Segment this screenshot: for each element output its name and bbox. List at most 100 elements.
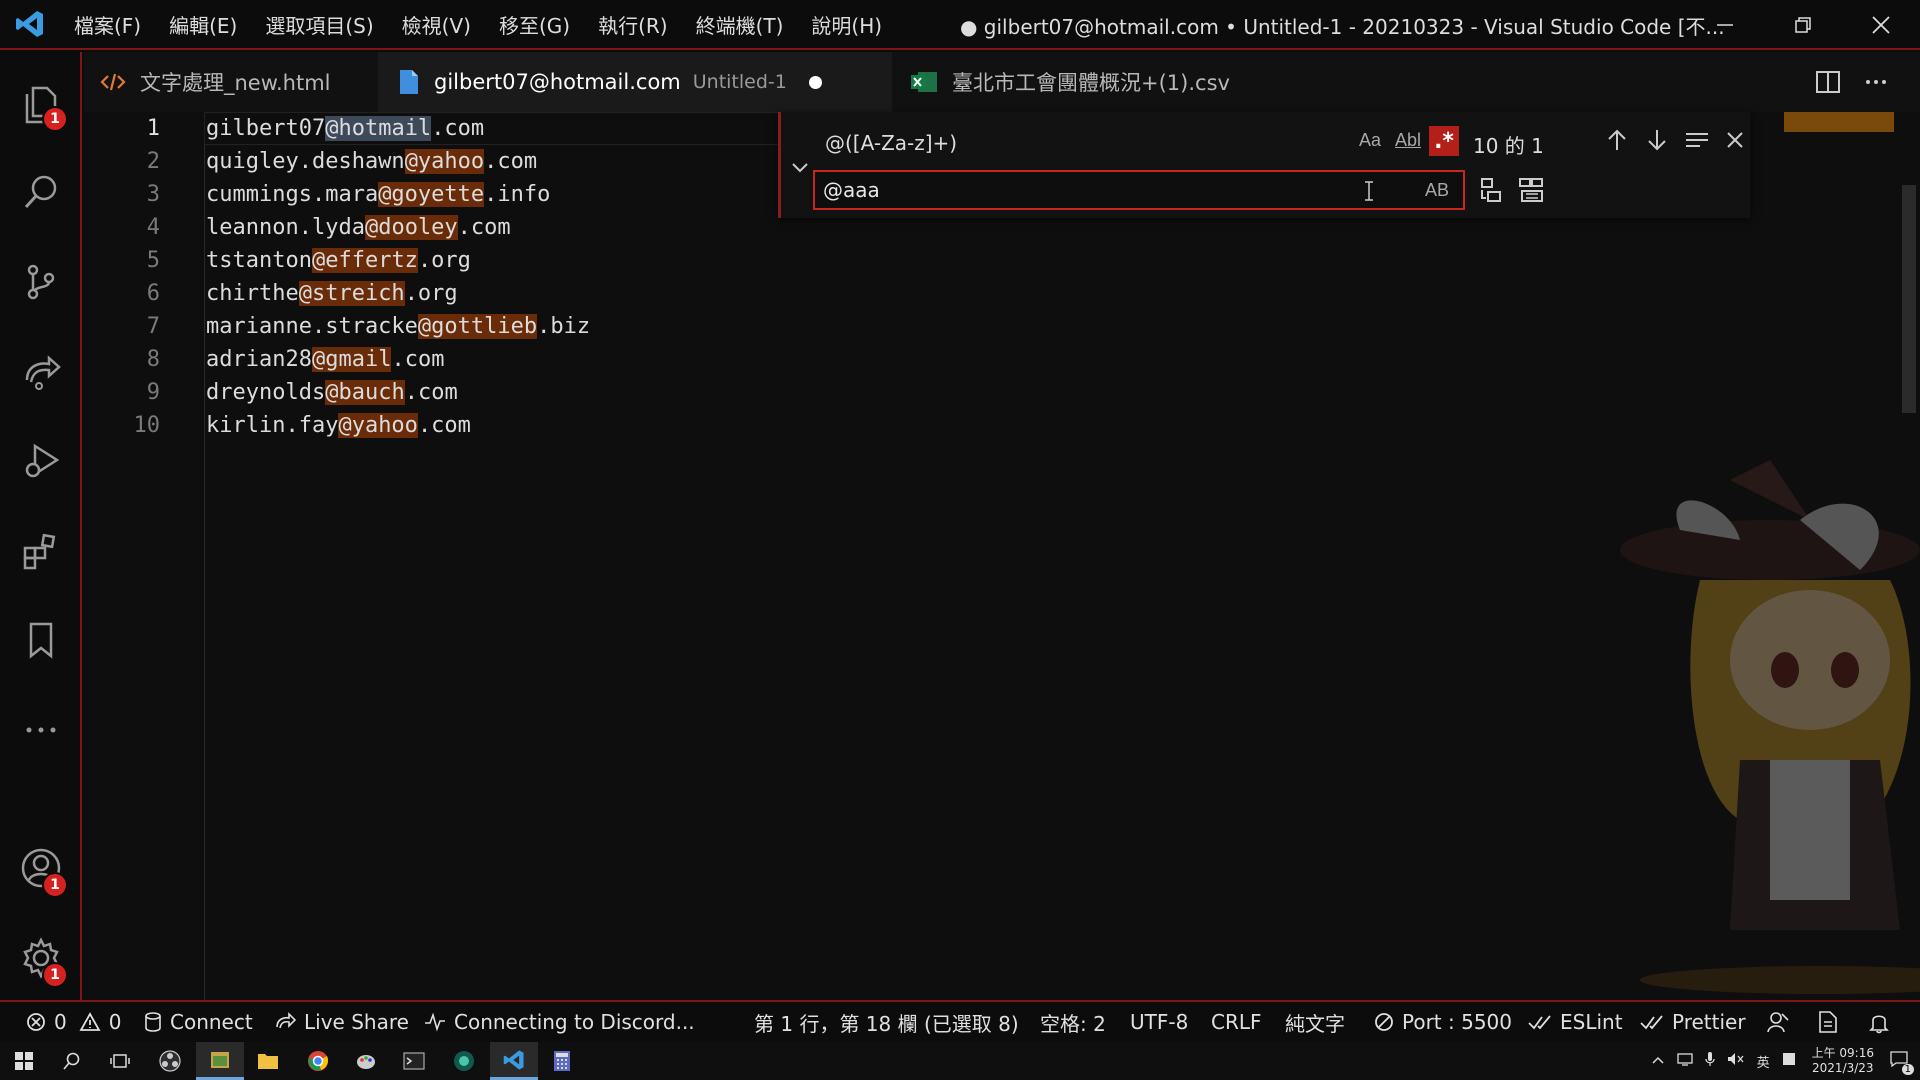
close-find-button[interactable] xyxy=(1719,124,1751,156)
extensions-button[interactable] xyxy=(0,508,82,592)
menu-selection[interactable]: 選取項目(S) xyxy=(251,0,387,49)
split-editor-button[interactable] xyxy=(1804,52,1852,112)
next-match-button[interactable] xyxy=(1641,124,1673,156)
source-control-button[interactable] xyxy=(0,240,82,324)
menu-help[interactable]: 說明(H) xyxy=(797,0,896,49)
vertical-scrollbar[interactable] xyxy=(1902,185,1916,413)
more-views-button[interactable] xyxy=(0,688,82,772)
match-case-button[interactable]: Aa xyxy=(1359,130,1381,151)
start-button[interactable] xyxy=(0,1042,48,1080)
toggle-replace-button[interactable] xyxy=(789,156,811,178)
microphone-icon[interactable] xyxy=(1704,1051,1715,1071)
code-line[interactable]: gilbert07@hotmail.com xyxy=(206,112,590,145)
accounts-status-button[interactable] xyxy=(1766,1002,1798,1042)
end-of-line[interactable]: CRLF xyxy=(1211,1002,1262,1042)
code-line[interactable]: dreynolds@bauch.com xyxy=(206,376,590,409)
port-label: Port : 5500 xyxy=(1402,1010,1512,1034)
previous-match-button[interactable] xyxy=(1601,124,1633,156)
menu-view[interactable]: 檢視(V) xyxy=(388,0,485,49)
code-line[interactable]: quigley.deshawn@yahoo.com xyxy=(206,145,590,178)
taskbar-app-vscode[interactable] xyxy=(490,1042,538,1080)
use-regex-button[interactable]: .* xyxy=(1429,126,1459,156)
search-view-button[interactable] xyxy=(0,150,82,234)
taskbar-app-obs[interactable] xyxy=(146,1042,194,1080)
taskbar-clock[interactable]: 上午 09:16 2021/3/23 xyxy=(1812,1046,1874,1076)
code-line[interactable]: kirlin.fay@yahoo.com xyxy=(206,409,590,442)
action-center-button[interactable]: 1 xyxy=(1890,1051,1914,1075)
menu-edit[interactable]: 編輯(E) xyxy=(155,0,251,49)
chrome-icon xyxy=(308,1051,329,1071)
network-icon[interactable] xyxy=(1676,1052,1693,1070)
page-icon-button[interactable] xyxy=(1816,1002,1848,1042)
problems-indicator[interactable]: 0 0 xyxy=(26,1002,121,1042)
code-line[interactable]: leannon.lyda@dooley.com xyxy=(206,211,590,244)
accounts-button[interactable]: 1 xyxy=(0,826,82,910)
find-in-selection-button[interactable] xyxy=(1681,124,1713,156)
chevron-up-icon[interactable] xyxy=(1651,1054,1665,1069)
taskbar-app-green[interactable] xyxy=(440,1042,488,1080)
text-before-match: cummings.mara xyxy=(206,182,379,207)
eslint-button[interactable]: ESLint xyxy=(1528,1002,1623,1042)
task-view-button[interactable] xyxy=(96,1042,144,1080)
connect-button[interactable]: Connect xyxy=(144,1002,253,1042)
notification-square-icon[interactable] xyxy=(1782,1052,1796,1070)
text-before-match: kirlin.fay xyxy=(206,413,339,438)
input-method-indicator[interactable]: 英 xyxy=(1757,1052,1770,1071)
taskbar-app-paint[interactable] xyxy=(342,1042,390,1080)
taskbar-app-explorer-window[interactable] xyxy=(196,1042,244,1080)
whole-word-button[interactable]: Abl xyxy=(1395,130,1421,151)
replace-input[interactable]: @aaa AB xyxy=(813,170,1465,210)
tab-csv-file[interactable]: 臺北市工會團體概況+(1).csv xyxy=(894,52,1274,112)
text-before-match: adrian28 xyxy=(206,347,312,372)
encoding[interactable]: UTF-8 xyxy=(1130,1002,1188,1042)
discord-status[interactable]: Connecting to Discord... xyxy=(424,1002,695,1042)
live-share-button[interactable] xyxy=(0,330,82,414)
preserve-case-button[interactable]: AB xyxy=(1425,180,1449,201)
indentation[interactable]: 空格: 2 xyxy=(1040,1002,1106,1042)
language-mode[interactable]: 純文字 xyxy=(1285,1002,1345,1042)
code-line[interactable]: adrian28@gmail.com xyxy=(206,343,590,376)
code-lines[interactable]: gilbert07@hotmail.com quigley.deshawn@ya… xyxy=(206,112,590,442)
code-line[interactable]: marianne.stracke@gottlieb.biz xyxy=(206,310,590,343)
restore-button[interactable] xyxy=(1764,0,1842,50)
document-icon xyxy=(1819,1011,1837,1033)
explorer-button[interactable]: 1 xyxy=(0,62,82,146)
search-match: @bauch xyxy=(325,380,405,405)
tab-html-file[interactable]: 文字處理_new.html xyxy=(84,52,376,112)
tab-untitled-1[interactable]: gilbert07@hotmail.com Untitled-1 xyxy=(378,52,892,112)
minimap-highlight[interactable] xyxy=(1784,112,1894,132)
cursor-position[interactable]: 第 1 行，第 18 欄 (已選取 8) xyxy=(754,1002,1019,1042)
menu-terminal[interactable]: 終端機(T) xyxy=(682,0,798,49)
run-debug-button[interactable] xyxy=(0,418,82,502)
editor-tabs: 文字處理_new.html gilbert07@hotmail.com Unti… xyxy=(84,52,1920,112)
code-line[interactable]: cummings.mara@goyette.info xyxy=(206,178,590,211)
taskbar-search-button[interactable] xyxy=(48,1042,96,1080)
replace-button[interactable] xyxy=(1475,174,1507,206)
minimize-button[interactable] xyxy=(1686,0,1764,50)
replace-all-button[interactable] xyxy=(1515,174,1547,206)
code-line[interactable]: chirthe@streich.org xyxy=(206,277,590,310)
live-share-status-button[interactable]: Live Share xyxy=(274,1002,409,1042)
menu-go[interactable]: 移至(G) xyxy=(485,0,584,49)
unsaved-dot-icon[interactable] xyxy=(808,75,822,89)
taskbar-app-terminal[interactable] xyxy=(390,1042,438,1080)
taskbar-app-file-explorer[interactable] xyxy=(244,1042,292,1080)
code-line[interactable]: tstanton@effertz.org xyxy=(206,244,590,277)
windows-taskbar: 英 上午 09:16 2021/3/23 1 xyxy=(0,1042,1920,1080)
close-window-button[interactable] xyxy=(1842,0,1920,50)
explorer-badge: 1 xyxy=(42,106,68,132)
clock-date: 2021/3/23 xyxy=(1812,1061,1874,1075)
manage-button[interactable]: 1 xyxy=(0,916,82,1000)
menu-run[interactable]: 執行(R) xyxy=(584,0,682,49)
search-match: @effertz xyxy=(311,248,418,273)
volume-muted-icon[interactable] xyxy=(1727,1052,1745,1070)
taskbar-app-calculator[interactable] xyxy=(538,1042,586,1080)
prettier-button[interactable]: Prettier xyxy=(1640,1002,1746,1042)
menu-file[interactable]: 檔案(F) xyxy=(60,0,155,49)
more-actions-button[interactable] xyxy=(1852,52,1900,112)
taskbar-app-chrome[interactable] xyxy=(294,1042,342,1080)
chevron-down-icon xyxy=(792,163,808,173)
bookmarks-button[interactable] xyxy=(0,598,82,682)
notifications-button[interactable] xyxy=(1868,1002,1898,1042)
live-server-button[interactable]: Port : 5500 xyxy=(1374,1002,1512,1042)
